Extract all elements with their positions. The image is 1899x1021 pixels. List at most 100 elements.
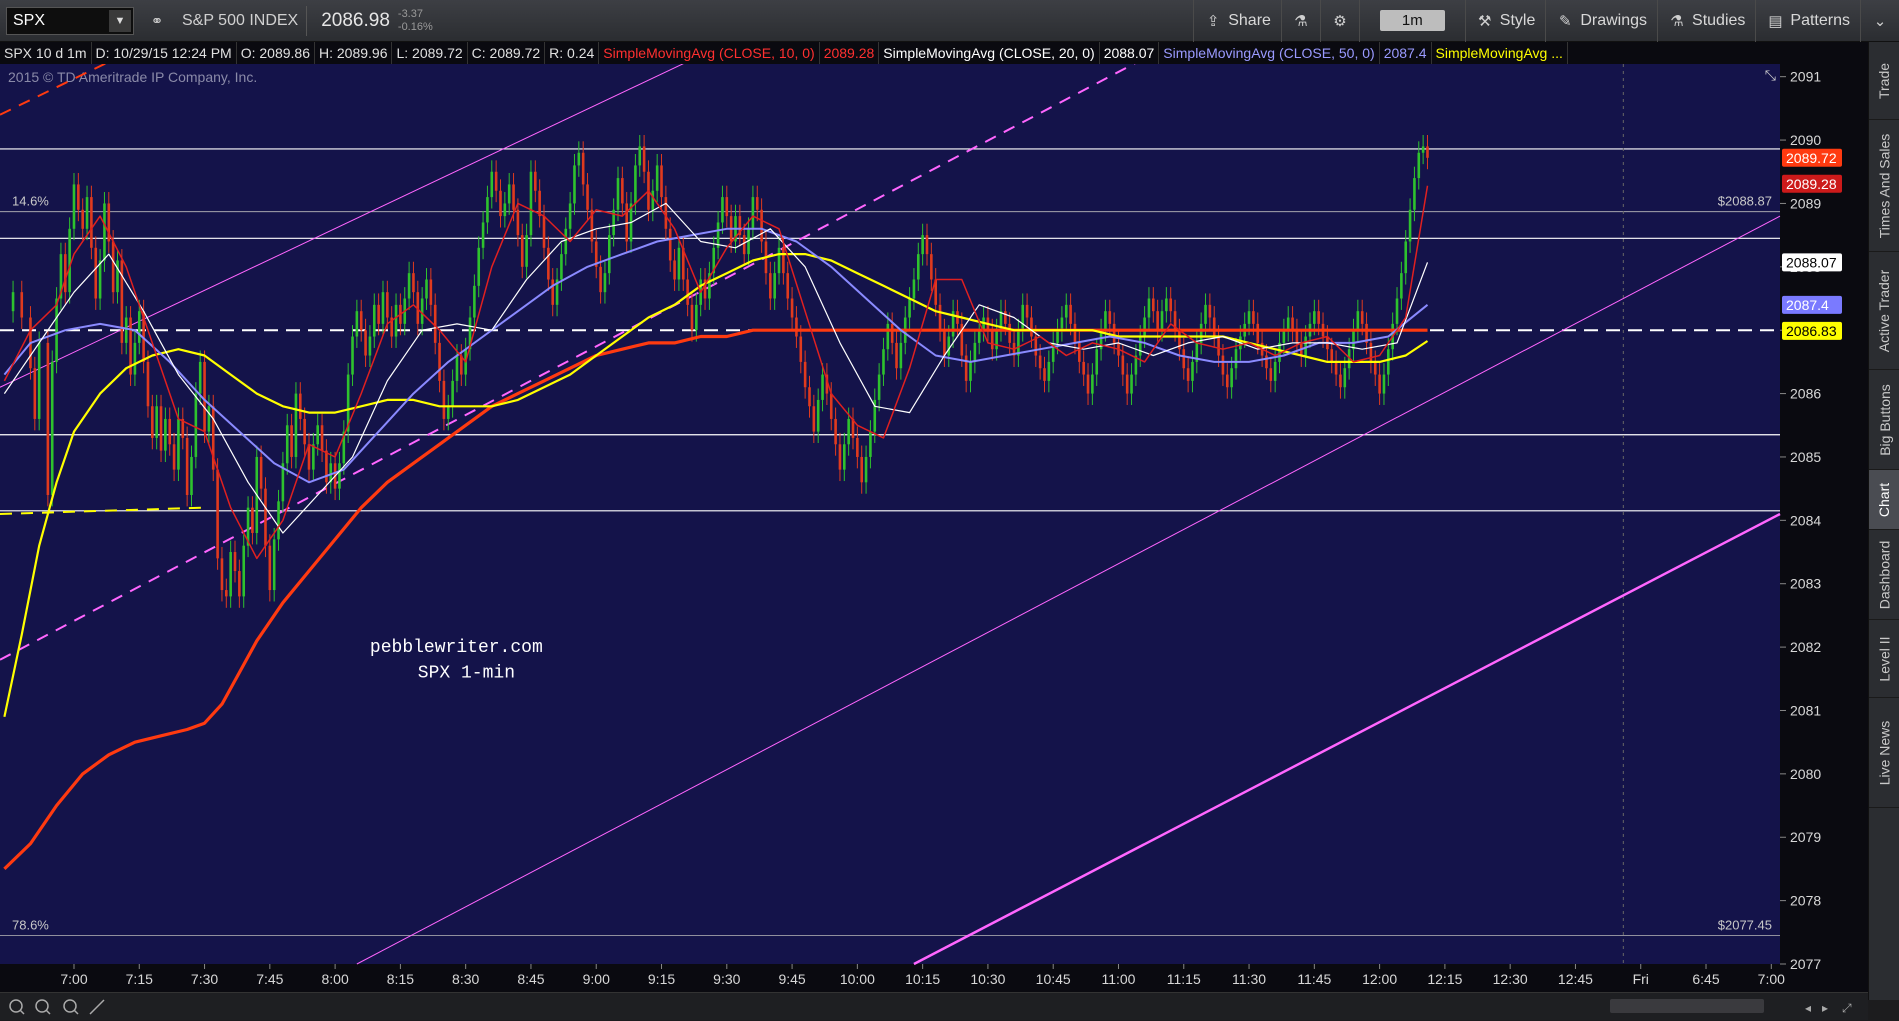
draw-line-icon[interactable] [89,999,105,1015]
x-tick-label: 11:15 [1167,971,1201,987]
x-tick-label: 9:15 [648,971,675,987]
patterns-icon: ▤ [1768,12,1783,30]
drawings-button[interactable]: ✎ Drawings [1545,0,1657,42]
x-tick-label: 9:30 [713,971,740,987]
sidebar-tab-chart[interactable]: Chart [1869,470,1899,530]
y-tick-label: 2080 [1790,766,1821,782]
x-tick-label: 8:00 [321,971,348,987]
header-sma20-value: 2088.07 [1100,42,1160,64]
x-tick-label: Fri [1633,971,1649,987]
x-tick-label: 7:00 [60,971,87,987]
y-tick-label: 2084 [1790,512,1821,528]
price-chart[interactable]: 2015 © TD Ameritrade IP Company, Inc. 14.… [0,64,1868,992]
sidebar-tab-level-ii[interactable]: Level II [1869,620,1899,698]
x-tick-label: 12:15 [1427,971,1462,987]
studies-label: Studies [1692,11,1746,29]
fib-price-label: $2077.45 [1718,917,1772,932]
style-button[interactable]: ⚒ Style [1464,0,1546,42]
chart-header: SPX 10 d 1m D: 10/29/15 12:24 PM O: 2089… [0,42,1868,64]
watermark-line1: pebblewriter.com [370,638,543,658]
price-badge-label: 2088.07 [1786,254,1837,270]
flask-button[interactable]: ⚗ [1280,0,1320,42]
header-sma50-label[interactable]: SimpleMovingAvg (CLOSE, 50, 0) [1159,42,1380,64]
y-tick-label: 2081 [1790,702,1821,718]
candle [294,382,298,469]
x-tick-label: 11:45 [1297,971,1331,987]
sidebar-tab-label: Chart [1876,482,1893,517]
chevron-down-icon: ⌄ [1873,12,1887,30]
symbol-input[interactable]: SPX ▼ [6,6,134,35]
x-tick-label: 7:15 [126,971,153,987]
toolbar: SPX ▼ ⚭ S&P 500 INDEX 2086.98 -3.37 -0.1… [0,0,1899,42]
header-high: H: 2089.96 [315,42,393,64]
zoom-out-icon[interactable] [35,999,51,1015]
settings-button[interactable]: ⚙ [1319,0,1359,42]
header-low: L: 2089.72 [392,42,468,64]
sidebar-tab-label: Active Trader [1876,269,1893,352]
candle [46,331,50,507]
zoom-in-icon[interactable] [9,999,25,1015]
header-sma50-value: 2087.4 [1380,42,1432,64]
bottom-bar: ◂ ▸ ⤢ [0,992,1868,1020]
more-button[interactable]: ⌄ [1860,0,1899,42]
flask-icon: ⚗ [1670,12,1684,30]
fib-level-label: 14.6% [12,194,49,209]
y-tick-label: 2077 [1790,956,1821,972]
sidebar-tab-label: Live News [1876,720,1893,785]
svg-text:▸: ▸ [1822,1001,1828,1015]
scroll-right-icon[interactable]: ▸ [1822,1001,1828,1015]
x-tick-label: 8:15 [387,971,414,987]
x-tick-label: 9:45 [778,971,805,987]
x-tick-label: 10:45 [1036,971,1071,987]
horizontal-scrollbar[interactable] [1610,999,1764,1013]
header-close: C: 2089.72 [468,42,546,64]
style-icon: ⚒ [1478,12,1492,30]
scroll-left-icon[interactable]: ◂ [1805,1001,1811,1015]
share-button[interactable]: ⇪ Share [1193,0,1281,42]
timeframe-selector[interactable]: 1m [1358,0,1465,42]
chevron-down-icon[interactable]: ▼ [109,9,131,32]
copyright-text: 2015 © TD Ameritrade IP Company, Inc. [8,69,257,85]
header-sma-more[interactable]: SimpleMovingAvg ... [1432,42,1568,64]
style-label: Style [1499,11,1536,29]
candle [68,217,71,304]
sidebar-tab-times-and-sales[interactable]: Times And Sales [1869,120,1899,252]
svg-text:⤢: ⤢ [1841,1001,1852,1015]
y-tick-label: 2079 [1790,829,1821,845]
y-tick-label: 2078 [1790,893,1821,909]
sidebar-tab-label: Level II [1876,635,1893,682]
header-date: D: 10/29/15 12:24 PM [92,42,237,64]
sidebar-tab-active-trader[interactable]: Active Trader [1869,252,1899,370]
sidebar-tab-live-news[interactable]: Live News [1869,698,1899,808]
fit-screen-icon[interactable]: ⤢ [1841,1001,1852,1015]
sidebar-tab-trade[interactable]: Trade [1869,42,1899,120]
change-percent: -0.16% [397,20,433,33]
x-tick-label: 10:00 [840,971,875,987]
pencil-icon: ✎ [1559,12,1572,30]
timeframe-value: 1m [1379,10,1445,31]
studies-button[interactable]: ⚗ Studies [1657,0,1755,42]
x-tick-label: 12:30 [1493,971,1528,987]
drawings-label: Drawings [1580,11,1648,29]
change-value: -3.37 [397,7,423,20]
price-badge-label: 2087.4 [1786,297,1829,313]
x-tick-label: 12:45 [1558,971,1593,987]
patterns-label: Patterns [1790,11,1850,29]
candle [203,350,206,444]
sidebar-tab-label: Trade [1876,62,1893,99]
x-tick-label: 11:30 [1232,971,1266,987]
crosshair-icon[interactable]: ⤡ [1765,68,1776,84]
header-sma10-label[interactable]: SimpleMovingAvg (CLOSE, 10, 0) [599,42,820,64]
zoom-fit-icon[interactable] [63,999,79,1015]
link-icon[interactable]: ⚭ [148,12,166,30]
header-open: O: 2089.86 [237,42,315,64]
patterns-button[interactable]: ▤ Patterns [1755,0,1860,42]
header-sma20-label[interactable]: SimpleMovingAvg (CLOSE, 20, 0) [879,42,1100,64]
price-badge-label: 2086.83 [1786,323,1837,339]
plot-background [0,64,1780,964]
bottom-tools: ◂ ▸ ⤢ [9,999,1852,1015]
x-tick-label: 9:00 [583,971,610,987]
sidebar-tab-dashboard[interactable]: Dashboard [1869,530,1899,620]
sidebar-tab-label: Times And Sales [1876,133,1893,238]
sidebar-tab-big-buttons[interactable]: Big Buttons [1869,370,1899,470]
